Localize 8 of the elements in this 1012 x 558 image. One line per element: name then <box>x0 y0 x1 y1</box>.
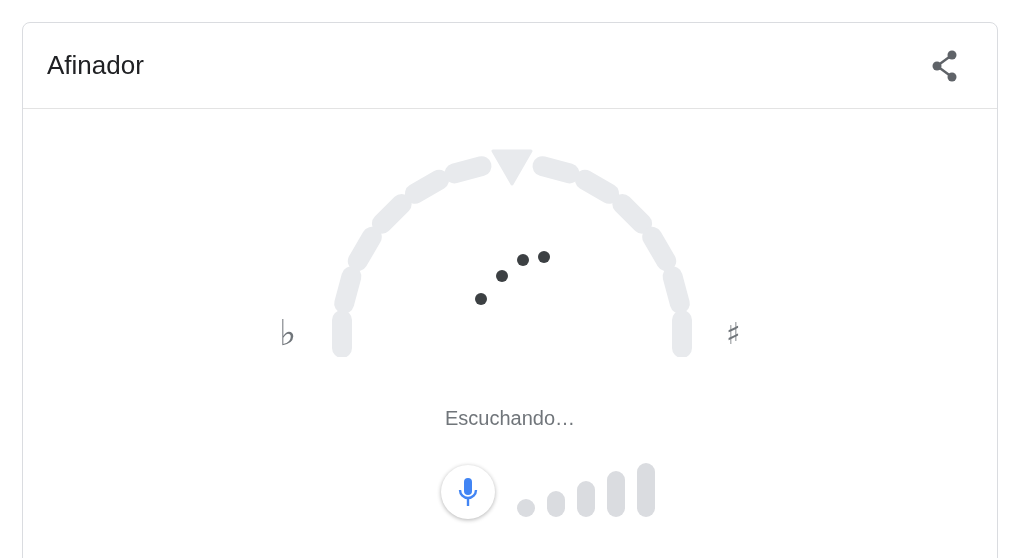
share-icon <box>931 49 959 82</box>
microphone-button[interactable] <box>441 465 495 519</box>
sound-level-icon <box>517 463 655 517</box>
microphone-icon <box>458 477 478 507</box>
card-title: Afinador <box>47 49 144 82</box>
sharp-sign: ♯ <box>726 319 741 349</box>
status-text: Escuchando… <box>444 406 576 431</box>
flat-sign: ♭ <box>279 315 297 351</box>
